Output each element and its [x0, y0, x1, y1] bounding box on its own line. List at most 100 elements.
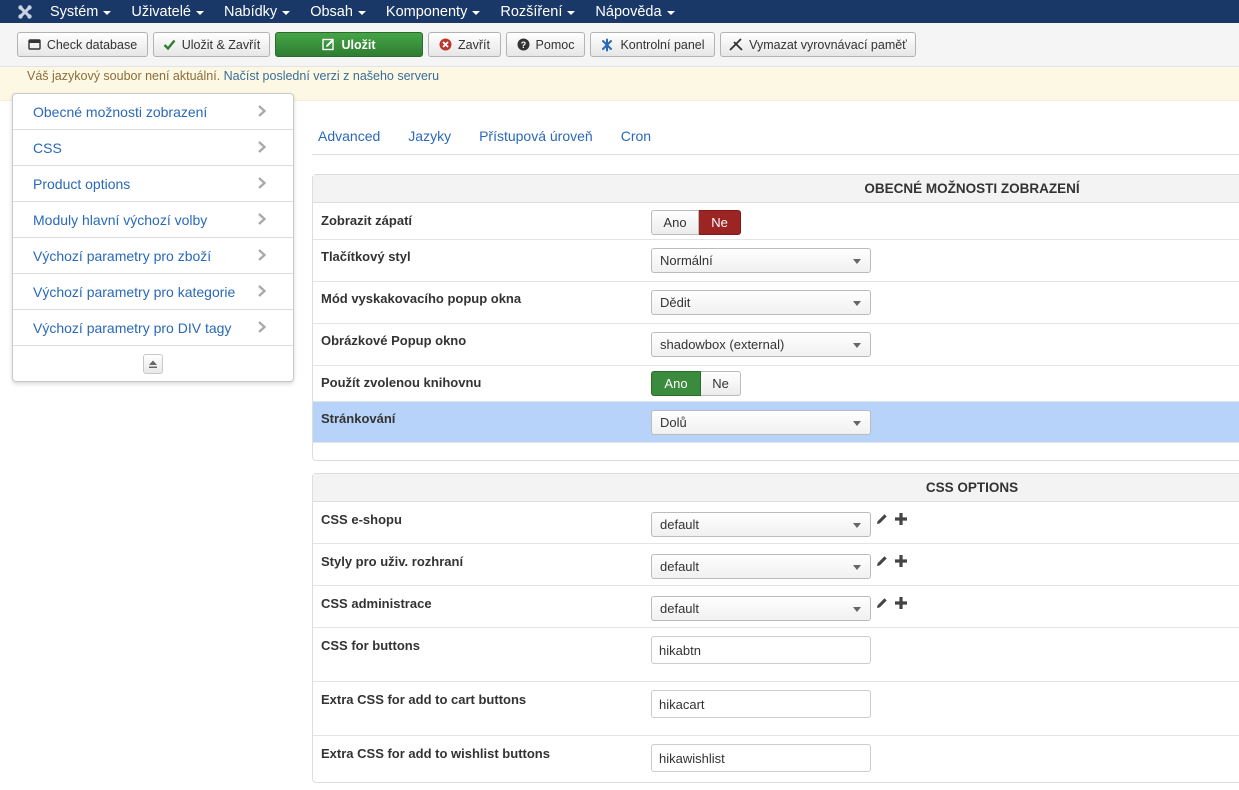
- css-admin-actions: [875, 596, 913, 610]
- nav-label: Nabídky: [223, 3, 278, 20]
- general-display-panel: OBECNÉ MOŽNOSTI ZOBRAZENÍ Zobrazit zápat…: [312, 174, 1239, 461]
- popup-mode-row: Mód vyskakovacího popup okna Dědit: [313, 282, 1239, 324]
- css-options-panel: CSS OPTIONS CSS e-shopu default Styly pr…: [312, 473, 1239, 783]
- css-buttons-input[interactable]: hikabtn: [651, 636, 871, 664]
- button-label: Uložit & Zavřít: [181, 37, 261, 52]
- save-button[interactable]: Uložit: [275, 32, 423, 57]
- caret-down-icon: [472, 10, 481, 15]
- nav-label: Uživatelé: [131, 3, 191, 20]
- css-shop-row: CSS e-shopu default: [313, 502, 1239, 544]
- broom-icon: [729, 37, 743, 52]
- library-yes-option[interactable]: Ano: [651, 371, 701, 396]
- nav-menus-menu[interactable]: Nabídky: [223, 3, 291, 20]
- nav-system-menu[interactable]: Systém: [50, 4, 112, 20]
- toolbar: Check database Uložit & Zavřít Uložit Za…: [0, 23, 1239, 67]
- download-language-link[interactable]: Načíst poslední verzi z našeho serveru: [224, 69, 439, 83]
- button-style-row: Tlačítkový styl Normální: [313, 240, 1239, 282]
- field-label: Tlačítkový styl: [321, 249, 411, 264]
- joomla-logo-icon[interactable]: [0, 0, 50, 23]
- sidebar-item-div-tags[interactable]: Výchozí parametry pro DIV tagy: [13, 310, 293, 346]
- css-cart-input[interactable]: hikacart: [651, 690, 871, 718]
- css-ui-actions: [875, 554, 913, 568]
- tab-languages[interactable]: Jazyky: [402, 117, 465, 154]
- footer-yes-option[interactable]: Ano: [651, 210, 699, 235]
- chevron-right-icon: [258, 104, 267, 120]
- library-no-option[interactable]: Ne: [701, 371, 741, 396]
- message-text: Váš jazykový soubor není aktuální.: [27, 69, 221, 83]
- input-value: hikacart: [659, 696, 705, 712]
- select-value: default: [660, 517, 700, 532]
- image-popup-select[interactable]: shadowbox (external): [651, 332, 871, 357]
- input-value: hikabtn: [659, 642, 701, 658]
- clear-cache-button[interactable]: Vymazat vyrovnávací paměť: [720, 32, 916, 57]
- button-label: Check database: [46, 37, 138, 52]
- plus-icon[interactable]: [894, 554, 908, 568]
- sidebar-item-label: CSS: [33, 139, 62, 156]
- field-label: Styly pro uživ. rozhraní: [321, 554, 464, 569]
- collapse-sidebar-icon[interactable]: [143, 353, 163, 374]
- button-label: Kontrolní panel: [620, 37, 705, 52]
- save-close-button[interactable]: Uložit & Zavřít: [153, 32, 270, 57]
- sidebar-item-category-defaults[interactable]: Výchozí parametry pro kategorie: [13, 274, 293, 310]
- help-button[interactable]: ? Pomoc: [506, 32, 585, 57]
- edit-icon: [322, 38, 335, 51]
- field-label: Extra CSS for add to cart buttons: [321, 692, 527, 707]
- top-navbar: Systém Uživatelé Nabídky Obsah Komponent…: [0, 0, 1239, 23]
- footer-no-option[interactable]: Ne: [699, 210, 741, 235]
- plus-icon[interactable]: [894, 596, 908, 610]
- button-label: Uložit: [341, 37, 376, 52]
- tab-advanced[interactable]: Advanced: [312, 117, 394, 154]
- nav-label: Rozšíření: [500, 3, 563, 20]
- pencil-icon[interactable]: [875, 596, 889, 610]
- sidebar-item-css[interactable]: CSS: [13, 130, 293, 166]
- css-shop-select[interactable]: default: [651, 512, 871, 537]
- pagination-select[interactable]: Dolů: [651, 410, 871, 435]
- sidebar-item-modules[interactable]: Moduly hlavní výchozí volby: [13, 202, 293, 238]
- field-label: Mód vyskakovacího popup okna: [321, 291, 522, 306]
- check-database-button[interactable]: Check database: [17, 32, 148, 57]
- dropdown-arrow-icon: [853, 343, 861, 348]
- css-wishlist-row: Extra CSS for add to wishlist buttons hi…: [313, 736, 1239, 790]
- field-label: Zobrazit zápatí: [321, 213, 413, 228]
- select-value: default: [660, 559, 700, 574]
- control-panel-button[interactable]: Kontrolní panel: [590, 32, 715, 57]
- sidebar-item-general-display[interactable]: Obecné možnosti zobrazení: [13, 94, 293, 130]
- chevron-right-icon: [258, 212, 267, 228]
- close-button[interactable]: Zavřít: [428, 32, 501, 57]
- config-tabs: Advanced Jazyky Přístupová úroveň Cron: [312, 117, 1239, 155]
- css-ui-row: Styly pro uživ. rozhraní default: [313, 544, 1239, 586]
- chevron-right-icon: [258, 176, 267, 192]
- settings-sidebar: Obecné možnosti zobrazení CSS Product op…: [12, 93, 294, 382]
- dropdown-arrow-icon: [853, 565, 861, 570]
- pagination-row: Stránkování Dolů: [313, 402, 1239, 443]
- css-admin-select[interactable]: default: [651, 596, 871, 621]
- close-circle-icon: [439, 38, 452, 51]
- pencil-icon[interactable]: [875, 554, 889, 568]
- nav-extensions-menu[interactable]: Rozšíření: [500, 3, 576, 20]
- button-style-select[interactable]: Normální: [651, 248, 871, 273]
- sidebar-item-label: Výchozí parametry pro DIV tagy: [33, 319, 232, 336]
- dropdown-arrow-icon: [853, 259, 861, 264]
- field-label: CSS e-shopu: [321, 512, 402, 527]
- select-value: Normální: [660, 253, 713, 268]
- panel-title: CSS OPTIONS: [313, 474, 1239, 502]
- sidebar-item-product-options[interactable]: Product options: [13, 166, 293, 202]
- library-row: Použít zvolenou knihovnu Ano Ne: [313, 366, 1239, 402]
- chevron-right-icon: [258, 248, 267, 264]
- sidebar-item-product-defaults[interactable]: Výchozí parametry pro zboží: [13, 238, 293, 274]
- css-shop-actions: [875, 512, 913, 526]
- pencil-icon[interactable]: [875, 512, 889, 526]
- popup-mode-select[interactable]: Dědit: [651, 290, 871, 315]
- nav-users-menu[interactable]: Uživatelé: [131, 4, 204, 20]
- tab-access-level[interactable]: Přístupová úroveň: [473, 117, 607, 154]
- nav-content-menu[interactable]: Obsah: [310, 4, 366, 20]
- plus-icon[interactable]: [894, 512, 908, 526]
- nav-help-menu[interactable]: Nápověda: [595, 4, 675, 20]
- button-label: Zavřít: [458, 37, 490, 52]
- svg-text:?: ?: [520, 40, 526, 50]
- tab-cron[interactable]: Cron: [615, 117, 665, 154]
- chevron-right-icon: [258, 284, 267, 300]
- nav-components-menu[interactable]: Komponenty: [386, 4, 481, 20]
- css-ui-select[interactable]: default: [651, 554, 871, 579]
- field-label: Stránkování: [321, 411, 396, 426]
